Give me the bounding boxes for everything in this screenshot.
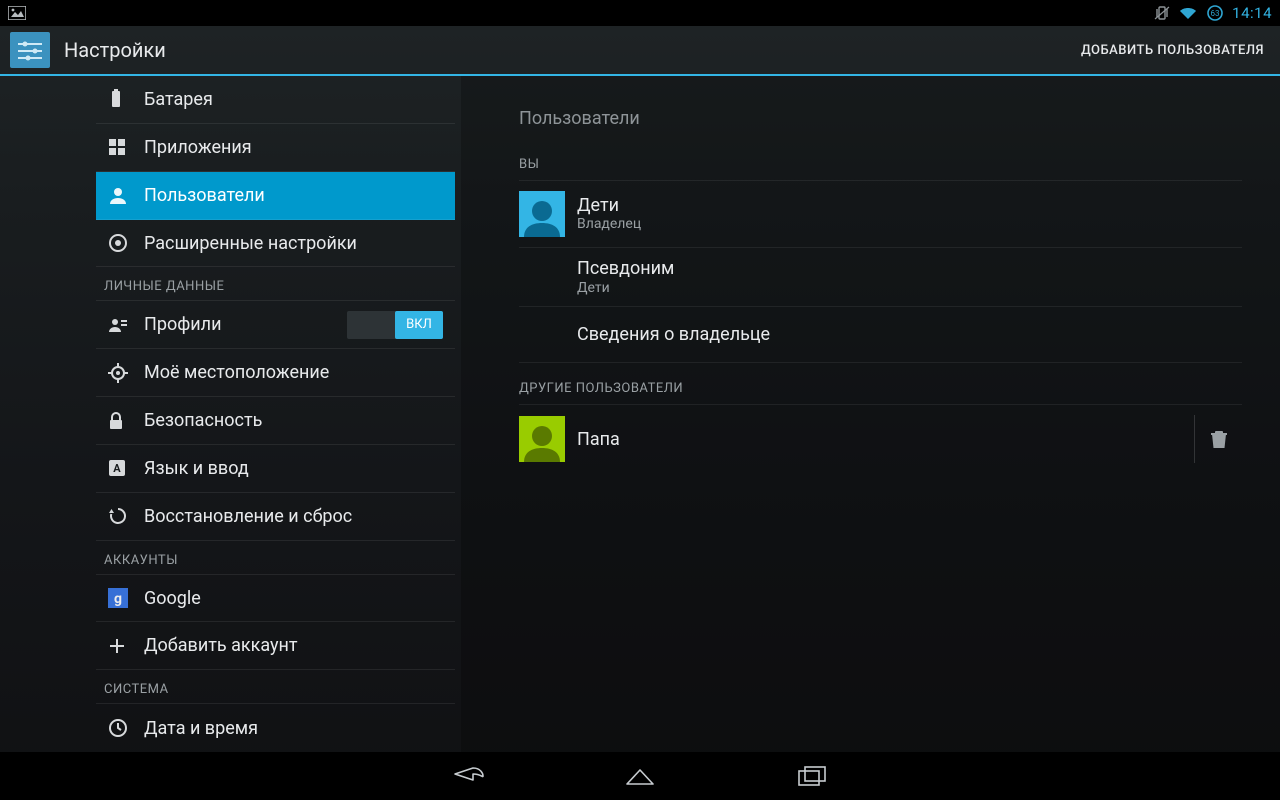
- gear-icon: [108, 233, 144, 253]
- svg-text:A: A: [113, 462, 121, 475]
- sidebar-item-label: Пользователи: [144, 185, 265, 206]
- location-icon: [108, 363, 144, 383]
- owner-name: Дети: [577, 195, 641, 217]
- sidebar-item-location[interactable]: Моё местоположение: [96, 349, 455, 397]
- google-icon: g: [108, 588, 144, 608]
- apps-icon: [108, 138, 144, 156]
- navigation-bar: [0, 752, 1280, 800]
- other-user-name: Папа: [577, 429, 620, 451]
- section-you: ВЫ: [519, 151, 1242, 181]
- nickname-text: Псевдоним Дети: [577, 258, 674, 296]
- status-right: 63 14:14: [1154, 4, 1272, 22]
- switch-on-label: ВКЛ: [395, 311, 443, 339]
- svg-text:g: g: [114, 591, 122, 607]
- settings-icon: [10, 32, 50, 68]
- section-other: ДРУГИЕ ПОЛЬЗОВАТЕЛИ: [519, 375, 1242, 405]
- sidebar-header-accounts: АККАУНТЫ: [96, 541, 455, 575]
- sidebar-header-personal: ЛИЧНЫЕ ДАННЫЕ: [96, 267, 455, 301]
- sidebar-item-label: Расширенные настройки: [144, 233, 357, 254]
- status-time: 14:14: [1232, 4, 1272, 22]
- status-left: [8, 6, 26, 20]
- sidebar-item-battery[interactable]: Батарея: [96, 76, 455, 124]
- sidebar-item-security[interactable]: Безопасность: [96, 397, 455, 445]
- home-button[interactable]: [613, 757, 667, 795]
- sidebar-item-label: Профили: [144, 314, 221, 335]
- lock-icon: [108, 412, 144, 430]
- profiles-switch[interactable]: ВКЛ: [347, 311, 443, 339]
- plus-icon: [108, 637, 144, 655]
- sidebar-item-label: Язык и ввод: [144, 458, 249, 479]
- wifi-icon: [1178, 5, 1198, 21]
- clock-icon: [108, 718, 144, 738]
- nickname-value: Дети: [577, 280, 674, 297]
- sidebar-item-label: Безопасность: [144, 410, 262, 431]
- app-bar: Настройки ДОБАВИТЬ ПОЛЬЗОВАТЕЛЯ: [0, 26, 1280, 76]
- sidebar-item-profiles[interactable]: Профили ВКЛ: [96, 301, 455, 349]
- vibrate-icon: [1154, 5, 1170, 21]
- nickname-label: Псевдоним: [577, 258, 674, 280]
- battery-icon: 63: [1206, 4, 1224, 22]
- trash-icon: [1210, 429, 1228, 449]
- user-icon: [108, 186, 144, 204]
- sidebar-item-label: Дата и время: [144, 718, 258, 739]
- back-button[interactable]: [441, 757, 495, 795]
- owner-role: Владелец: [577, 216, 641, 233]
- sidebar-item-advanced[interactable]: Расширенные настройки: [96, 220, 455, 268]
- avatar: [519, 416, 565, 462]
- owner-text: Дети Владелец: [577, 195, 641, 233]
- other-user-row[interactable]: Папа: [519, 405, 1242, 473]
- sidebar-item-backup[interactable]: Восстановление и сброс: [96, 493, 455, 541]
- add-user-action[interactable]: ДОБАВИТЬ ПОЛЬЗОВАТЕЛЯ: [1081, 43, 1264, 58]
- gallery-icon: [8, 6, 26, 20]
- sidebar-item-apps[interactable]: Приложения: [96, 124, 455, 172]
- language-icon: A: [108, 459, 144, 477]
- sidebar-item-label: Добавить аккаунт: [144, 635, 298, 656]
- sidebar-item-label: Батарея: [144, 89, 213, 110]
- sidebar: Батарея Приложения Пользователи Расширен…: [0, 76, 455, 752]
- sidebar-item-label: Приложения: [144, 137, 252, 158]
- sidebar-item-add-account[interactable]: Добавить аккаунт: [96, 622, 455, 670]
- content-panel: Пользователи ВЫ Дети Владелец Псевдоним …: [461, 76, 1280, 752]
- delete-user-button[interactable]: [1194, 415, 1242, 463]
- sidebar-item-label: Моё местоположение: [144, 362, 329, 383]
- sidebar-item-label: Восстановление и сброс: [144, 506, 352, 527]
- owner-info-row[interactable]: Сведения о владельце: [519, 307, 1242, 363]
- sidebar-item-datetime[interactable]: Дата и время: [96, 704, 455, 752]
- other-user-text: Папа: [577, 429, 620, 451]
- page-title: Настройки: [64, 38, 1081, 62]
- recent-button[interactable]: [785, 757, 839, 795]
- body: Батарея Приложения Пользователи Расширен…: [0, 76, 1280, 752]
- sidebar-item-users[interactable]: Пользователи: [96, 172, 455, 220]
- battery-icon: [108, 89, 144, 109]
- avatar: [519, 191, 565, 237]
- status-bar: 63 14:14: [0, 0, 1280, 26]
- screen: 63 14:14 Настройки ДОБАВИТЬ ПОЛЬЗОВАТЕЛЯ…: [0, 0, 1280, 800]
- sidebar-item-language[interactable]: A Язык и ввод: [96, 445, 455, 493]
- restore-icon: [108, 506, 144, 526]
- sidebar-item-label: Google: [144, 588, 201, 609]
- nickname-row[interactable]: Псевдоним Дети: [519, 248, 1242, 307]
- owner-row[interactable]: Дети Владелец: [519, 181, 1242, 248]
- svg-text:63: 63: [1211, 9, 1220, 18]
- profile-icon: [108, 317, 144, 333]
- sidebar-item-google[interactable]: g Google: [96, 575, 455, 623]
- sidebar-header-system: СИСТЕМА: [96, 670, 455, 704]
- content-title: Пользователи: [519, 108, 1242, 129]
- owner-info-label: Сведения о владельце: [577, 324, 770, 346]
- owner-info-text: Сведения о владельце: [577, 324, 770, 346]
